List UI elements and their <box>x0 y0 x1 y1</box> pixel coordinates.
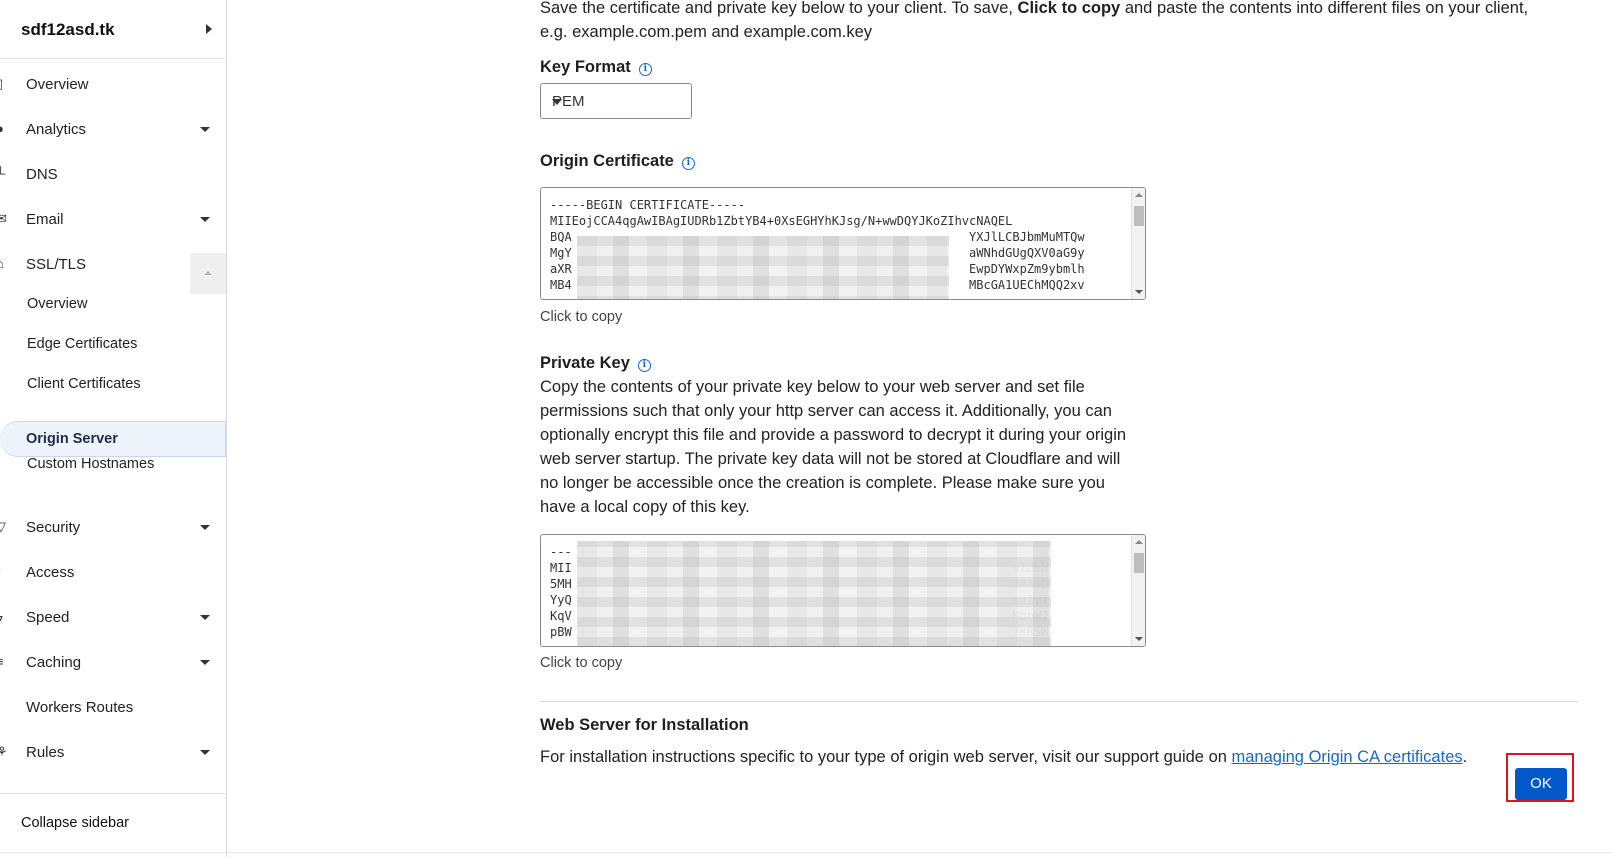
web-server-title: Web Server for Installation <box>540 716 749 734</box>
chevron-right-icon <box>206 24 212 34</box>
sidebar-item-label: Analytics <box>26 121 87 138</box>
sidebar-item-email[interactable]: ✉ Email <box>0 202 226 238</box>
arrow-up-icon <box>1135 540 1143 544</box>
divider <box>0 852 1611 853</box>
ssl-collapse-toggle[interactable] <box>190 253 226 294</box>
sidebar-item-label: Caching <box>26 654 82 671</box>
web-server-description: For installation instructions specific t… <box>540 748 1467 767</box>
sidebar-subitem-overview[interactable]: Overview <box>27 296 87 312</box>
origin-certificate-heading: Origin Certificate i <box>540 152 695 171</box>
chevron-down-icon <box>200 525 210 530</box>
private-key-title: Private Key <box>540 354 630 372</box>
sidebar: sdf12asd.tk ▯ Overview ◑ Analytics ┴ DNS… <box>0 0 227 857</box>
scrollbar[interactable] <box>1131 535 1145 646</box>
ok-button[interactable]: OK <box>1515 768 1567 800</box>
sidebar-item-label: SSL/TLS <box>26 256 87 273</box>
sidebar-item-label: Rules <box>26 744 65 761</box>
sidebar-item-label: Workers Routes <box>26 699 134 716</box>
arrow-up-icon <box>1135 193 1143 197</box>
sidebar-item-security[interactable]: ▽ Security <box>0 510 226 546</box>
key-format-title: Key Format <box>540 58 631 76</box>
private-key-copy-hint[interactable]: Click to copy <box>540 655 622 671</box>
origin-ca-guide-link[interactable]: managing Origin CA certificates <box>1232 748 1463 766</box>
web-server-suffix: . <box>1462 748 1468 766</box>
sidebar-item-label: Overview <box>26 76 89 93</box>
divider <box>0 793 226 794</box>
sidebar-item-rules[interactable]: ⚘ Rules <box>0 735 226 771</box>
domain-selector[interactable]: sdf12asd.tk <box>0 0 226 59</box>
origin-certificate-copy-hint[interactable]: Click to copy <box>540 309 622 325</box>
server-icon: ≡ <box>0 655 8 669</box>
shield-icon: ▽ <box>0 519 6 534</box>
key-format-select[interactable]: PEM <box>540 83 692 119</box>
arrow-down-icon <box>1135 637 1143 641</box>
lock-icon: ⌂ <box>0 257 8 271</box>
sidebar-item-workers-routes[interactable]: › Workers Routes <box>0 690 226 726</box>
globe-icon: ◑ <box>0 122 8 136</box>
private-key-description: Copy the contents of your private key be… <box>540 378 1127 516</box>
rules-icon: ⚘ <box>0 744 8 759</box>
bolt-icon: ϟ <box>0 610 8 624</box>
chevron-up-icon <box>204 271 212 275</box>
chevron-down-icon <box>200 217 210 222</box>
info-icon[interactable]: i <box>681 157 695 170</box>
sidebar-subitem-edge-certificates[interactable]: Edge Certificates <box>27 336 137 352</box>
redacted-overlay <box>577 236 949 299</box>
arrow-down-icon <box>1135 290 1143 294</box>
web-server-heading: Web Server for Installation <box>540 716 749 735</box>
intro-text-part: Save the certificate and private key bel… <box>540 0 1018 17</box>
scrollbar-thumb[interactable] <box>1134 553 1144 573</box>
divider <box>540 701 1578 702</box>
sidebar-subitem-origin-server[interactable]: Origin Server <box>0 421 226 457</box>
info-icon[interactable]: i <box>637 359 651 372</box>
sidebar-item-overview[interactable]: ▯ Overview <box>0 67 226 103</box>
sidebar-item-dns[interactable]: ┴ DNS <box>0 157 226 193</box>
private-key-textarea[interactable]: --- MII ulUbN 5MH 2AAvD YyQ <box>540 534 1146 647</box>
workers-icon: › <box>0 700 8 714</box>
intro-text: Save the certificate and private key bel… <box>540 0 1560 44</box>
sidebar-subitem-label: Origin Server <box>26 431 118 447</box>
collapse-sidebar-button[interactable]: Collapse sidebar <box>21 815 129 831</box>
access-icon: ◐ <box>0 565 8 579</box>
envelope-icon: ✉ <box>0 211 7 226</box>
chevron-down-icon <box>200 660 210 665</box>
sidebar-item-analytics[interactable]: ◑ Analytics <box>0 112 226 148</box>
scrollbar-thumb[interactable] <box>1134 206 1144 226</box>
sidebar-item-label: Speed <box>26 609 70 626</box>
sidebar-item-speed[interactable]: ϟ Speed <box>0 600 226 636</box>
private-key-heading: Private Key i <box>540 354 651 373</box>
chevron-down-icon <box>200 615 210 620</box>
domain-name: sdf12asd.tk <box>21 20 115 39</box>
web-server-text: For installation instructions specific t… <box>540 748 1232 766</box>
network-icon: ┴ <box>0 166 6 181</box>
sidebar-subitem-client-certificates[interactable]: Client Certificates <box>27 376 141 392</box>
sidebar-subitem-custom-hostnames[interactable]: Custom Hostnames <box>27 456 154 472</box>
key-format-heading: Key Format i <box>540 58 652 77</box>
chevron-down-icon <box>200 127 210 132</box>
origin-certificate-title: Origin Certificate <box>540 152 674 170</box>
intro-text-bold: Click to copy <box>1017 0 1121 17</box>
sidebar-item-label: Security <box>26 519 81 536</box>
redacted-overlay <box>577 541 1051 646</box>
chevron-down-icon <box>552 99 562 105</box>
sidebar-item-label: Access <box>26 564 75 581</box>
scrollbar[interactable] <box>1131 188 1145 299</box>
info-icon[interactable]: i <box>638 63 652 76</box>
chevron-down-icon <box>200 750 210 755</box>
sidebar-item-caching[interactable]: ≡ Caching <box>0 645 226 681</box>
origin-certificate-textarea[interactable]: -----BEGIN CERTIFICATE----- MIIEojCCA4qg… <box>540 187 1146 300</box>
sidebar-item-label: DNS <box>26 166 58 183</box>
sidebar-item-access[interactable]: ◐ Access <box>0 555 226 591</box>
document-icon: ▯ <box>0 77 8 91</box>
sidebar-item-label: Email <box>26 211 64 228</box>
